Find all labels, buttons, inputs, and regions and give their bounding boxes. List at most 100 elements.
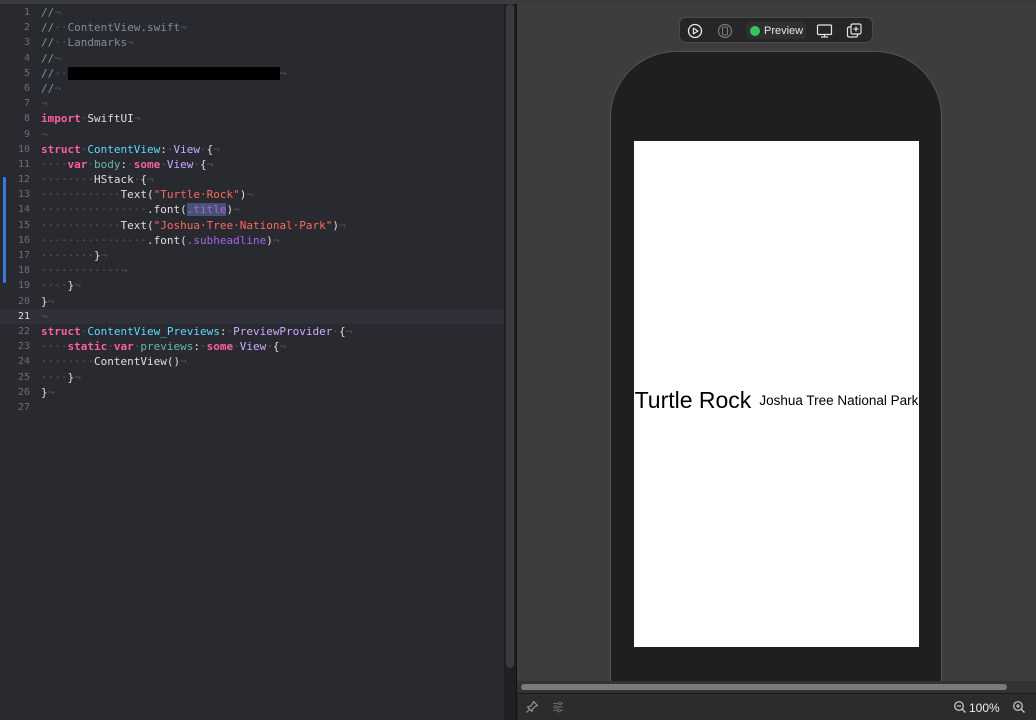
code-line[interactable]: 21 ¬ [0, 308, 504, 324]
code-line[interactable]: 10 struct·ContentView:·View·{¬ [0, 142, 504, 157]
code-line[interactable]: 15 ············Text("Joshua·Tree·National… [0, 218, 504, 233]
line-number: 26 [17, 386, 30, 398]
device-frame: Turtle Rock Joshua Tree National Park [610, 51, 942, 691]
code-line[interactable]: 3 //··Landmarks¬ [0, 35, 504, 50]
variants-icon [553, 701, 563, 713]
title-text: Turtle Rock [634, 387, 752, 413]
code-token: ¬ [41, 127, 48, 141]
code-line[interactable]: 17 ········}¬ [0, 248, 504, 263]
device-settings-button[interactable] [814, 22, 834, 39]
code-line[interactable]: 16 ················.font(.subheadline)¬ [0, 233, 504, 248]
line-number: 11 [17, 158, 30, 170]
code-line[interactable]: 25 ····}¬ [0, 370, 504, 385]
code-token: some [206, 340, 234, 354]
preview-status-button[interactable]: Preview [746, 22, 806, 39]
editor-scrollbar[interactable] [506, 4, 514, 668]
code-token: HStack [93, 173, 134, 187]
scrollbar-thumb[interactable] [521, 684, 1007, 690]
code-line[interactable]: 9 ¬ [0, 127, 504, 142]
code-token: ) [266, 233, 273, 247]
zoom-level: 100% [969, 701, 1000, 715]
code-text: }¬ [41, 294, 54, 309]
code-line[interactable]: 23 ····static·var·previews:·some·View·{¬ [0, 339, 504, 354]
zoom-out-button[interactable] [953, 699, 967, 715]
duplicate-preview-button[interactable] [844, 22, 864, 39]
line-number: 3 [23, 37, 30, 49]
code-line[interactable]: 6 //¬ [0, 81, 504, 96]
code-token: ¬ [279, 66, 287, 80]
code-token: · [193, 157, 200, 171]
code-token: ···· [41, 279, 68, 293]
code-token: ·· [54, 21, 68, 35]
code-token: "Joshua·Tree·National·Park" [153, 218, 333, 232]
code-line[interactable]: 8 import·SwiftUI¬ [0, 111, 504, 126]
code-line[interactable]: 26}¬ [0, 385, 504, 400]
code-line[interactable]: 27 [0, 400, 504, 415]
play-circle-icon [687, 23, 703, 38]
code-editor[interactable]: 1//¬ 2//··ContentView.swift¬ 3 //··Landmark… [0, 4, 504, 720]
code-line[interactable]: 24 ········ContentView()¬ [0, 354, 504, 369]
code-token: { [140, 173, 147, 187]
code-text: //··Landmarks¬ [41, 35, 134, 50]
code-text: ········HStack·{¬ [41, 172, 154, 187]
line-number: 21 [17, 310, 30, 322]
code-token: .font( [146, 203, 187, 217]
selectable-mode-button[interactable] [716, 22, 734, 39]
line-number: 25 [17, 371, 30, 383]
code-token: ¬ [74, 370, 81, 384]
variants-button[interactable] [551, 699, 565, 715]
line-number: 12 [17, 174, 30, 186]
live-preview-button[interactable] [686, 22, 704, 39]
line-number: 27 [17, 401, 30, 413]
canvas-horizontal-scrollbar[interactable] [517, 681, 1036, 693]
line-number: 10 [17, 143, 30, 155]
code-text: ····}¬ [41, 370, 81, 385]
code-line[interactable]: 1 //¬ [0, 5, 504, 20]
code-text: //·· ¬ [41, 66, 286, 81]
code-line[interactable]: 20}¬ [0, 294, 504, 309]
code-token: // [41, 6, 55, 19]
line-number: 14 [17, 204, 30, 216]
code-line[interactable]: 18 ············¬ [0, 263, 504, 278]
code-line[interactable]: 14 ················.font(.title)¬ [0, 202, 504, 217]
device-screen[interactable]: Turtle Rock Joshua Tree National Park [634, 141, 919, 647]
code-text: //¬ [41, 5, 61, 20]
code-line[interactable]: 5 //·· ¬ [0, 66, 504, 81]
code-line[interactable]: 7 ¬ [0, 96, 504, 111]
zoom-in-button[interactable] [1012, 699, 1026, 715]
code-token: ContentView_Previews [87, 324, 220, 338]
code-line[interactable]: 12 ········HStack·{¬ [0, 172, 504, 187]
code-line[interactable]: 19 ····}¬ [0, 278, 504, 293]
code-text: struct·ContentView_Previews:·PreviewProv… [41, 324, 352, 339]
code-token: ¬ [41, 309, 48, 323]
code-token: ¬ [146, 173, 154, 187]
code-text: ····static·var·previews:·some·View·{¬ [41, 339, 286, 354]
line-number: 19 [17, 280, 30, 292]
preview-toolbar: Preview [679, 17, 873, 43]
code-token: ¬ [74, 279, 81, 293]
line-number: 24 [17, 356, 30, 368]
code-token: ¬ [279, 340, 287, 354]
pin-preview-button[interactable] [525, 699, 539, 715]
canvas-bottom-bar: 100% [517, 693, 1036, 720]
code-token: · [127, 157, 134, 171]
code-line[interactable]: 13 ············Text("Turtle·Rock")¬ [0, 187, 504, 202]
code-token: previews [140, 340, 194, 354]
code-token: ContentView() [93, 355, 181, 369]
code-text: //··ContentView.swift¬ [41, 20, 187, 35]
code-line[interactable]: 22 struct·ContentView_Previews:·PreviewPr… [0, 324, 504, 339]
code-token: ¬ [54, 6, 61, 19]
code-text: ········ContentView()¬ [41, 354, 187, 369]
code-token: static [67, 340, 108, 354]
code-line[interactable]: 4 //¬ [0, 51, 504, 66]
code-token: } [41, 294, 48, 308]
code-line[interactable]: 11 ····var·body:·some·View·{¬ [0, 157, 504, 172]
subheadline-text: Joshua Tree National Park [759, 393, 919, 408]
code-token: PreviewProvider [233, 324, 333, 338]
code-line[interactable]: 2 //··ContentView.swift¬ [0, 20, 504, 35]
code-token: ·· [54, 36, 68, 50]
line-number: 13 [17, 189, 30, 201]
code-token: .title [186, 203, 227, 217]
code-token: ¬ [47, 385, 55, 399]
code-token: ········ [41, 249, 94, 262]
